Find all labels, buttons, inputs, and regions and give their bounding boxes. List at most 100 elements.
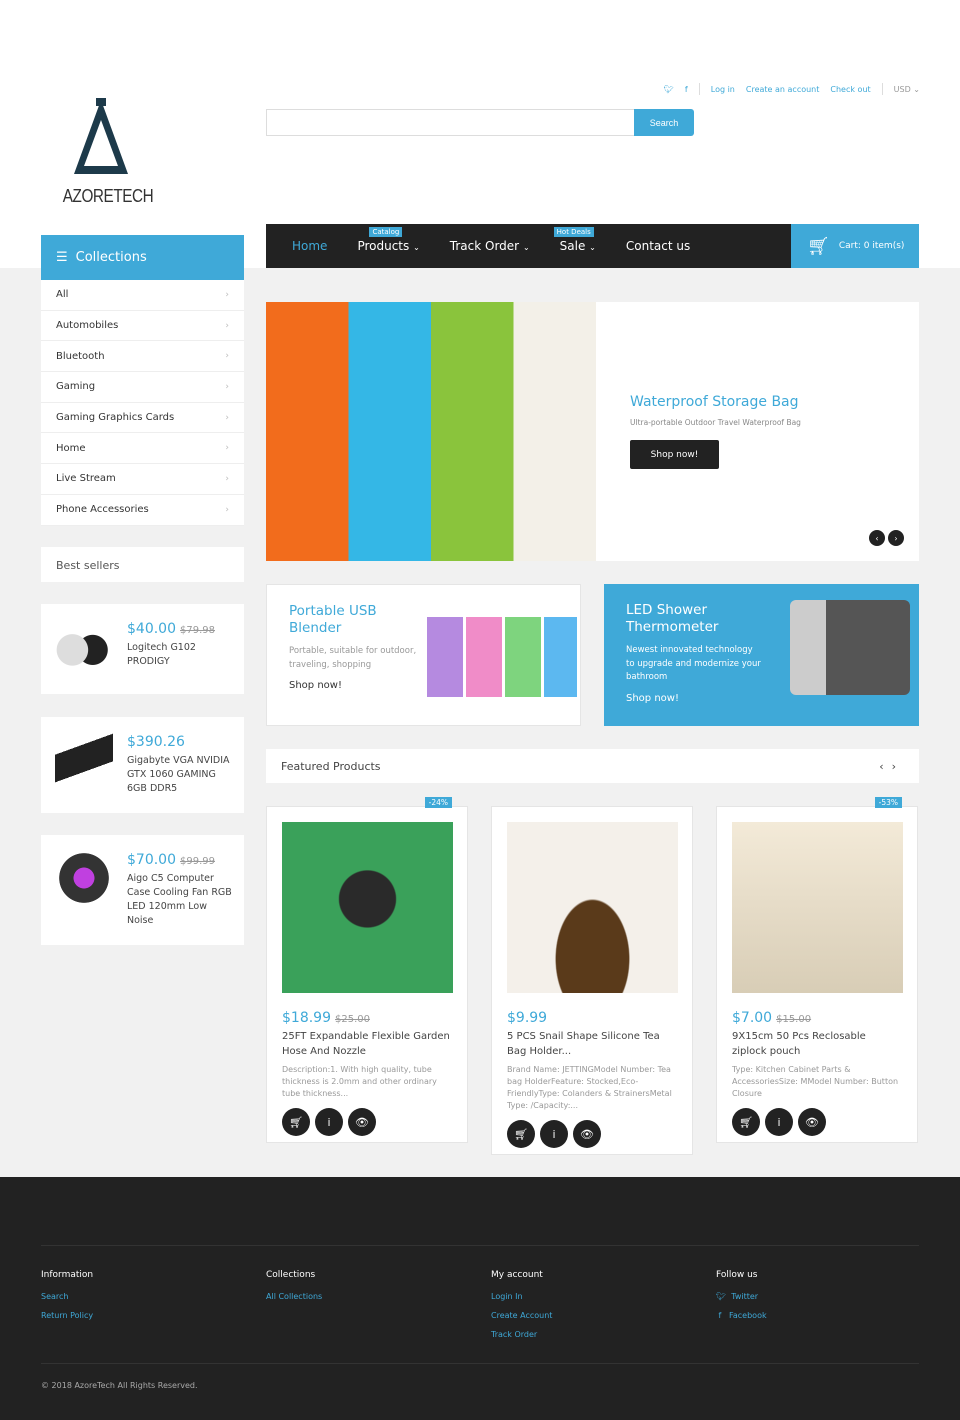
nav-contact[interactable]: Contact us [626, 239, 690, 253]
facebook-icon[interactable]: f [685, 85, 688, 94]
add-to-cart-icon[interactable]: 🛒︎ [507, 1120, 535, 1148]
product-name[interactable]: 25FT Expandable Flexible Garden Hose And… [282, 1029, 452, 1059]
collection-item[interactable]: Home › [41, 433, 244, 465]
product-image[interactable] [282, 822, 453, 993]
search-button[interactable]: Search [634, 109, 694, 136]
slide-subtitle: Ultra-portable Outdoor Travel Waterproof… [630, 418, 801, 427]
chevron-right-icon: › [225, 351, 229, 362]
footer-link-label: Facebook [729, 1311, 767, 1320]
shop-now-button[interactable]: Shop now! [630, 440, 719, 469]
checkout-link[interactable]: Check out [830, 85, 870, 94]
hero-slider: Waterproof Storage Bag Ultra-portable Ou… [266, 302, 919, 561]
cart-icon: 🛒︎ [807, 235, 830, 257]
collections-header[interactable]: ☰ Collections [41, 235, 244, 280]
product-card[interactable]: -53% $7.00 $15.00 9X15cm 50 Pcs Reclosabl… [716, 797, 918, 1143]
collection-item[interactable]: Gaming › [41, 372, 244, 403]
product-image[interactable] [732, 822, 903, 993]
cart-button[interactable]: 🛒︎ Cart: 0 item(s) [791, 224, 919, 268]
nav-sale[interactable]: Hot Deals Sale ⌄ [553, 227, 596, 253]
promo-text: Newest innovated technology to upgrade a… [626, 645, 761, 682]
nav-home[interactable]: Home [292, 239, 327, 253]
info-icon[interactable]: i [315, 1108, 343, 1136]
main-nav: Home Catalog Products ⌄ Track Order ⌄ Hot… [266, 224, 791, 268]
product-image[interactable] [507, 822, 678, 993]
quick-view-icon[interactable]: 👁︎ [798, 1108, 826, 1136]
promo-image [790, 600, 910, 695]
best-seller-item[interactable]: $70.00 $99.99 Aigo C5 Computer Case Coolin… [41, 835, 244, 945]
create-account-link[interactable]: Create an account [746, 85, 820, 94]
best-sellers-title: Best sellers [41, 547, 244, 582]
footer-link[interactable]: Return Policy [41, 1311, 93, 1320]
footer-link[interactable]: All Collections [266, 1292, 322, 1301]
nav-label: Sale [559, 239, 586, 253]
currency-value: USD [893, 84, 911, 94]
chevron-right-icon: › [225, 289, 229, 300]
footer-link[interactable]: Create Account [491, 1311, 552, 1320]
collection-label: Automobiles [56, 320, 119, 332]
collection-item[interactable]: Automobiles › [41, 311, 244, 342]
nav-label: Track Order [449, 239, 520, 253]
info-icon[interactable]: i [765, 1108, 793, 1136]
product-description: Type: Kitchen Cabinet Parts & Accessorie… [732, 1065, 899, 1098]
product-name[interactable]: Aigo C5 Computer Case Cooling Fan RGB LE… [127, 872, 234, 928]
price: $40.00 [127, 621, 176, 637]
footer-link[interactable]: Login In [491, 1292, 552, 1301]
chevron-right-icon[interactable]: › [892, 760, 904, 773]
facebook-link[interactable]: f Facebook [716, 1311, 767, 1320]
collection-item[interactable]: Phone Accessories › [41, 495, 244, 526]
next-slide-icon[interactable]: › [888, 530, 904, 546]
login-link[interactable]: Log in [711, 85, 735, 94]
chevron-down-icon: ⌄ [589, 243, 596, 252]
collection-item[interactable]: All › [41, 280, 244, 311]
add-to-cart-icon[interactable]: 🛒︎ [732, 1108, 760, 1136]
product-description: Description:1. With high quality, tube t… [282, 1065, 437, 1098]
old-price: $15.00 [776, 1014, 812, 1025]
facebook-icon: f [716, 1311, 724, 1320]
logo[interactable]: AZORETECH [56, 98, 154, 207]
footer-link[interactable]: Track Order [491, 1330, 552, 1339]
twitter-icon[interactable]: 🐦︎ [664, 85, 674, 94]
product-name[interactable]: Logitech G102 PRODIGY [127, 641, 234, 669]
promo-text: Portable, suitable for outdoor, travelin… [289, 646, 417, 670]
footer-link[interactable]: Search [41, 1292, 93, 1301]
currency-select[interactable]: USD ⌄ [894, 85, 920, 94]
divider [41, 1245, 919, 1246]
discount-badge: -24% [424, 797, 452, 808]
promo-blender[interactable]: Portable USB Blender Portable, suitable … [266, 584, 581, 726]
product-name[interactable]: Gigabyte VGA NVIDIA GTX 1060 GAMING 6GB … [127, 754, 234, 796]
collection-item[interactable]: Bluetooth › [41, 341, 244, 373]
product-card[interactable]: -24% $18.99 $25.00 25FT Expandable Flexib… [266, 797, 468, 1143]
footer-collections: Collections All Collections [266, 1270, 322, 1311]
info-icon[interactable]: i [540, 1120, 568, 1148]
collection-label: Gaming Graphics Cards [56, 412, 175, 424]
collections-title: Collections [75, 250, 147, 265]
product-name[interactable]: 5 PCS Snail Shape Silicone Tea Bag Holde… [507, 1029, 677, 1059]
best-seller-item[interactable]: $390.26 Gigabyte VGA NVIDIA GTX 1060 GAMI… [41, 717, 244, 813]
collection-item[interactable]: Gaming Graphics Cards › [41, 403, 244, 434]
logo-icon [74, 98, 128, 174]
search-input[interactable] [266, 109, 634, 136]
product-name[interactable]: 9X15cm 50 Pcs Reclosable ziplock pouch [732, 1029, 902, 1059]
add-to-cart-icon[interactable]: 🛒︎ [282, 1108, 310, 1136]
prev-slide-icon[interactable]: ‹ [869, 530, 885, 546]
promo-thermometer[interactable]: LED Shower Thermometer Newest innovated … [604, 584, 919, 726]
chevron-left-icon[interactable]: ‹ [879, 760, 891, 773]
twitter-link[interactable]: 🐦︎ Twitter [716, 1292, 767, 1301]
nav-track-order[interactable]: Track Order ⌄ [450, 239, 530, 253]
footer-information: Information Search Return Policy [41, 1270, 93, 1330]
brand-name: AZORETECH [62, 186, 154, 206]
nav-label: Contact us [625, 239, 691, 253]
collection-label: Home [56, 442, 86, 454]
quick-view-icon[interactable]: 👁︎ [573, 1120, 601, 1148]
product-image [55, 618, 113, 676]
footer-link-label: Twitter [731, 1292, 759, 1301]
divider [881, 83, 883, 95]
product-card[interactable]: $9.99 5 PCS Snail Shape Silicone Tea Bag… [491, 806, 693, 1155]
top-links: 🐦︎ f Log in Create an account Check out … [664, 83, 920, 95]
quick-view-icon[interactable]: 👁︎ [348, 1108, 376, 1136]
collection-item[interactable]: Live Stream › [41, 464, 244, 495]
best-seller-item[interactable]: $40.00 $79.98 Logitech G102 PRODIGY [41, 604, 244, 694]
slide-title: Waterproof Storage Bag [630, 394, 799, 410]
nav-products[interactable]: Catalog Products ⌄ [357, 227, 420, 253]
chevron-down-icon: ⌄ [522, 243, 530, 252]
